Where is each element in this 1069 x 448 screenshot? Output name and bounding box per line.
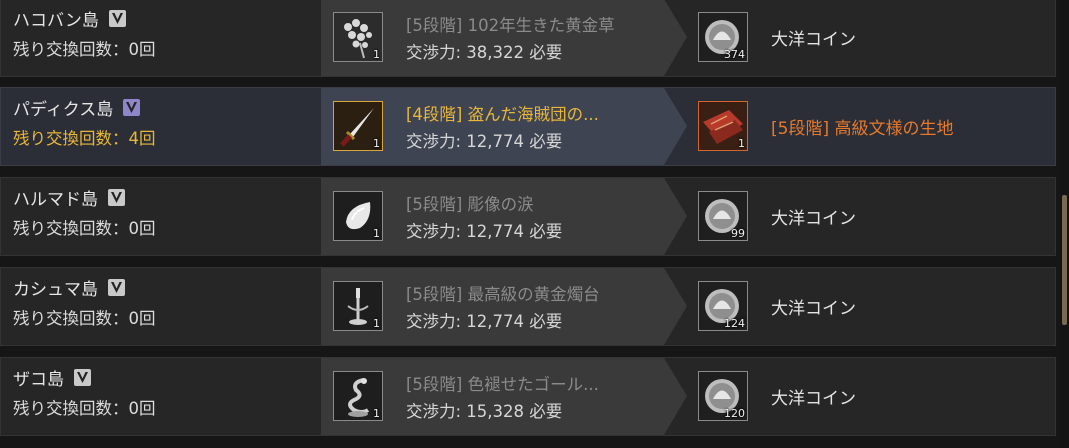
- item-name: [5段階] 彫像の涙: [406, 195, 534, 214]
- scrollbar[interactable]: [1060, 0, 1069, 448]
- item-name: [5段階] 色褪せたゴール...: [406, 375, 599, 394]
- island-name: カシュマ島: [13, 280, 98, 300]
- chevron-down-icon[interactable]: [108, 10, 126, 27]
- trade-row-active[interactable]: パディクス島 残り交換回数：4回 1 [4段階] 盗んだ海賊団の... 交渉力:…: [0, 87, 1056, 166]
- item-quantity: 1: [373, 317, 380, 330]
- teardrop-gem-icon[interactable]: 1: [333, 191, 383, 241]
- reward-name: 大洋コイン: [771, 209, 856, 229]
- trade-offer[interactable]: 1 [4段階] 盗んだ海賊団の... 交渉力: 12,774 必要: [321, 88, 689, 165]
- item-quantity: 1: [373, 407, 380, 420]
- reward-quantity: 374: [724, 48, 745, 61]
- negotiation-cost: 交渉力: 12,774 必要: [406, 312, 563, 331]
- scrollbar-thumb[interactable]: [1062, 195, 1067, 325]
- remaining-exchanges: 残り交換回数：4回: [13, 129, 156, 148]
- trade-row[interactable]: ハコバン島 残り交換回数：0回 1 [5段階] 102年生きた黄金草 交渉力: …: [0, 0, 1056, 77]
- negotiation-cost: 交渉力: 12,774 必要: [406, 222, 563, 241]
- ocean-coin-icon[interactable]: 99: [698, 191, 748, 241]
- reward-name: 大洋コイン: [771, 389, 856, 409]
- island-title: カシュマ島: [13, 275, 125, 300]
- remaining-exchanges: 残り交換回数：0回: [13, 309, 156, 328]
- chevron-down-icon[interactable]: [123, 99, 141, 116]
- trade-offer[interactable]: 1 [5段階] 彫像の涙 交渉力: 12,774 必要: [321, 178, 689, 255]
- fabric-icon[interactable]: 1: [698, 101, 748, 151]
- reward-quantity: 99: [731, 227, 745, 240]
- island-name: ハコバン島: [13, 11, 99, 31]
- item-quantity: 1: [373, 137, 380, 150]
- reward-quantity: 120: [724, 407, 745, 420]
- item-name: [5段階] 最高級の黄金燭台: [406, 285, 600, 304]
- dragon-statue-icon[interactable]: 1: [333, 371, 383, 421]
- chevron-down-icon[interactable]: [108, 279, 125, 296]
- golden-herb-icon[interactable]: 1: [333, 12, 383, 62]
- reward-quantity: 1: [738, 137, 745, 150]
- item-name: [5段階] 102年生きた黄金草: [406, 16, 615, 35]
- candlestick-icon[interactable]: 1: [333, 281, 383, 331]
- dagger-icon[interactable]: 1: [333, 101, 383, 151]
- ocean-coin-icon[interactable]: 374: [698, 12, 748, 62]
- trade-offer[interactable]: 1 [5段階] 102年生きた黄金草 交渉力: 38,322 必要: [321, 0, 689, 76]
- trade-list: ハコバン島 残り交換回数：0回 1 [5段階] 102年生きた黄金草 交渉力: …: [0, 0, 1058, 448]
- trade-row[interactable]: ハルマド島 残り交換回数：0回 1 [5段階] 彫像の涙 交渉力: 12,774…: [0, 177, 1056, 256]
- item-name: [4段階] 盗んだ海賊団の...: [406, 105, 599, 124]
- item-quantity: 1: [373, 48, 380, 61]
- trade-row[interactable]: ザコ島 残り交換回数：0回 1 [5段階] 色褪せたゴール... 交渉力: 15…: [0, 357, 1056, 436]
- trade-offer[interactable]: 1 [5段階] 色褪せたゴール... 交渉力: 15,328 必要: [321, 358, 689, 435]
- chevron-down-icon[interactable]: [108, 189, 125, 206]
- island-name: ザコ島: [13, 370, 64, 390]
- negotiation-cost: 交渉力: 12,774 必要: [406, 132, 563, 151]
- island-title: ハルマド島: [13, 185, 125, 210]
- trade-row[interactable]: カシュマ島 残り交換回数：0回 1 [5段階] 最高級の黄金燭台 交渉力: 12…: [0, 267, 1056, 346]
- island-name: パディクス島: [13, 100, 114, 120]
- negotiation-cost: 交渉力: 38,322 必要: [406, 43, 563, 62]
- item-quantity: 1: [373, 227, 380, 240]
- reward-name: 大洋コイン: [771, 299, 856, 319]
- remaining-exchanges: 残り交換回数：0回: [13, 399, 156, 418]
- reward-quantity: 124: [724, 317, 745, 330]
- ocean-coin-icon[interactable]: 124: [698, 281, 748, 331]
- reward-name: [5段階] 高級文様の生地: [771, 119, 954, 139]
- island-title: ザコ島: [13, 365, 91, 390]
- trade-offer[interactable]: 1 [5段階] 最高級の黄金燭台 交渉力: 12,774 必要: [321, 268, 689, 345]
- chevron-down-icon[interactable]: [74, 369, 91, 386]
- island-title: ハコバン島: [13, 6, 126, 31]
- remaining-exchanges: 残り交換回数：0回: [13, 40, 156, 59]
- negotiation-cost: 交渉力: 15,328 必要: [406, 402, 563, 421]
- ocean-coin-icon[interactable]: 120: [698, 371, 748, 421]
- island-title: パディクス島: [13, 95, 141, 120]
- island-name: ハルマド島: [13, 190, 98, 210]
- remaining-exchanges: 残り交換回数：0回: [13, 219, 156, 238]
- reward-name: 大洋コイン: [771, 30, 856, 50]
